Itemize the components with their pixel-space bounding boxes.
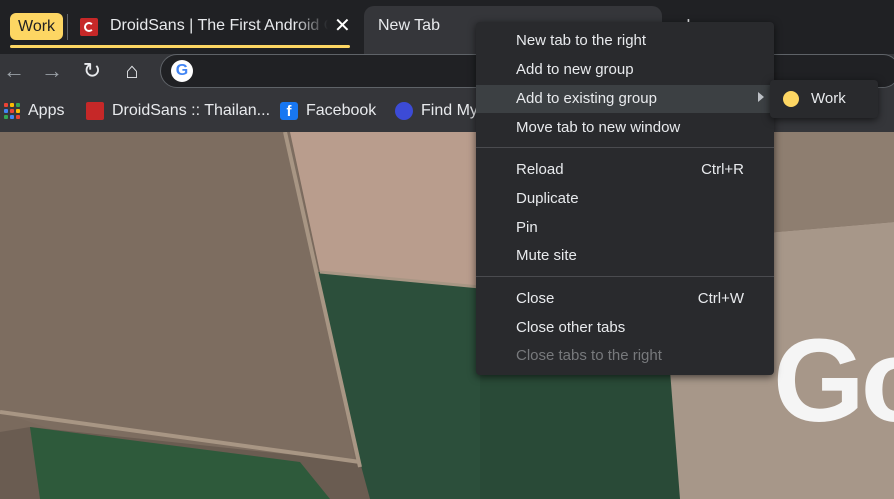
group-color-dot-icon bbox=[783, 91, 799, 107]
menu-separator bbox=[476, 147, 774, 148]
google-g-icon: G bbox=[171, 60, 193, 82]
menu-item-reload[interactable]: Reload Ctrl+R bbox=[476, 156, 774, 184]
home-icon[interactable]: ⌂ bbox=[118, 58, 146, 86]
menu-item-label: Duplicate bbox=[516, 190, 579, 207]
find-my-icon bbox=[395, 101, 413, 120]
menu-item-duplicate[interactable]: Duplicate bbox=[476, 185, 774, 213]
menu-item-mute-site[interactable]: Mute site bbox=[476, 242, 774, 270]
submenu-item-work[interactable]: Work bbox=[770, 80, 878, 118]
menu-item-shortcut: Ctrl+W bbox=[697, 290, 744, 307]
bookmark-label: Apps bbox=[28, 102, 65, 119]
tab-title: DroidSans | The First Android Community … bbox=[110, 17, 328, 34]
facebook-icon: f bbox=[280, 101, 298, 120]
tab-context-menu: New tab to the right Add to new group Ad… bbox=[476, 22, 774, 375]
apps-grid-icon bbox=[4, 102, 20, 119]
google-logo: Go bbox=[773, 315, 894, 447]
menu-item-new-tab-right[interactable]: New tab to the right bbox=[476, 27, 774, 55]
bookmark-label: Find My bbox=[421, 102, 478, 119]
menu-separator bbox=[476, 276, 774, 277]
droidsans-favicon-icon bbox=[80, 18, 98, 36]
submenu-arrow-icon bbox=[758, 92, 764, 102]
bookmark-find-my[interactable]: Find My bbox=[395, 100, 478, 122]
bookmark-label: DroidSans :: Thailan... bbox=[112, 102, 271, 119]
bookmark-apps[interactable]: Apps bbox=[4, 100, 64, 122]
submenu-item-label: Work bbox=[811, 90, 846, 107]
menu-item-move-to-new-window[interactable]: Move tab to new window bbox=[476, 114, 774, 142]
menu-item-pin[interactable]: Pin bbox=[476, 214, 774, 242]
menu-item-close-other-tabs[interactable]: Close other tabs bbox=[476, 314, 774, 342]
tab-group-chip[interactable]: Work bbox=[10, 13, 64, 40]
existing-group-submenu: Work bbox=[770, 80, 878, 118]
menu-item-close-tabs-right: Close tabs to the right bbox=[476, 342, 774, 370]
menu-item-label: Add to new group bbox=[516, 61, 634, 78]
menu-item-label: Reload bbox=[516, 161, 564, 178]
forward-arrow-icon[interactable]: → bbox=[38, 58, 66, 86]
bookmark-droidsans[interactable]: DroidSans :: Thailan... bbox=[86, 100, 270, 122]
bookmark-label: Facebook bbox=[306, 102, 377, 119]
menu-item-label: Pin bbox=[516, 219, 538, 236]
close-tab-icon[interactable]: ✕ bbox=[334, 15, 351, 37]
menu-item-label: Close other tabs bbox=[516, 319, 626, 336]
back-arrow-icon[interactable]: ← bbox=[0, 58, 28, 86]
reload-icon[interactable]: ↻ bbox=[78, 58, 106, 86]
menu-item-label: Move tab to new window bbox=[516, 119, 681, 136]
menu-item-shortcut: Ctrl+R bbox=[701, 161, 744, 178]
menu-item-add-to-new-group[interactable]: Add to new group bbox=[476, 56, 774, 84]
droidsans-favicon-icon bbox=[86, 101, 104, 120]
menu-item-label: Add to existing group bbox=[516, 90, 657, 107]
menu-item-label: Close bbox=[516, 290, 555, 307]
menu-item-add-to-existing-group[interactable]: Add to existing group bbox=[476, 85, 774, 113]
bookmark-facebook[interactable]: f Facebook bbox=[280, 100, 376, 122]
tab-title: New Tab bbox=[378, 17, 440, 34]
menu-item-close[interactable]: Close Ctrl+W bbox=[476, 285, 774, 313]
tab-droidsans[interactable]: DroidSans | The First Android Community … bbox=[68, 6, 360, 46]
menu-item-label: Close tabs to the right bbox=[516, 347, 662, 364]
menu-item-label: New tab to the right bbox=[516, 32, 647, 49]
menu-item-label: Mute site bbox=[516, 247, 577, 264]
